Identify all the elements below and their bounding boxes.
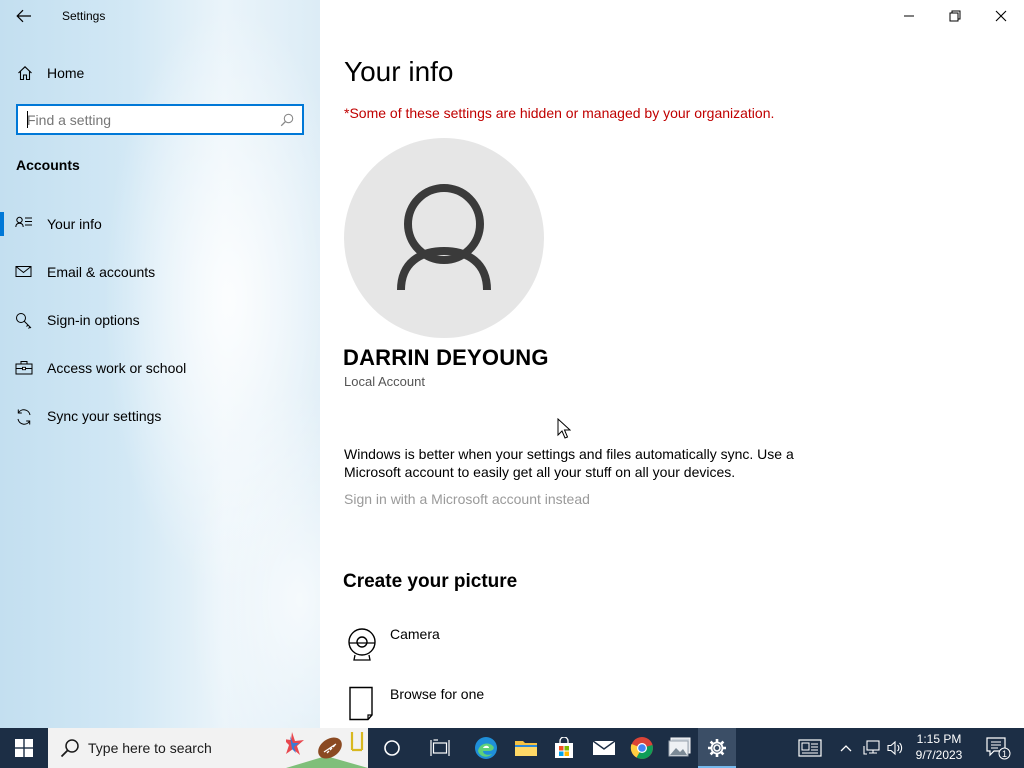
start-button[interactable] [0,728,48,768]
mail-icon [592,740,616,755]
sidebar-item-your-info[interactable]: Your info [0,204,320,244]
main-content: Your info *Some of these settings are hi… [320,0,1024,728]
restore-button[interactable] [932,0,978,32]
minimize-button[interactable] [886,0,932,32]
settings-sidebar: Home Accounts Your info Email & accounts… [0,0,320,728]
sidebar-item-sign-in-options[interactable]: Sign-in options [0,300,320,340]
back-arrow-icon [16,9,31,23]
chevron-up-icon [840,745,852,752]
browse-for-one-option[interactable]: Browse for one [344,686,644,730]
show-hidden-icons-button[interactable] [836,728,856,768]
network-wired-icon [863,740,880,755]
clock-date: 9/7/2023 [915,748,963,762]
taskbar-mail-button[interactable] [584,728,624,768]
managed-by-organization-note: *Some of these settings are hidden or ma… [344,105,775,121]
sidebar-item-label: Sync your settings [47,408,162,424]
sign-in-microsoft-account-link[interactable]: Sign in with a Microsoft account instead [344,491,590,507]
key-icon [15,312,33,329]
gear-icon [708,739,726,757]
mail-icon [15,264,33,280]
browse-label: Browse for one [390,686,485,702]
taskbar-file-explorer-button[interactable] [506,728,546,768]
sidebar-item-email-accounts[interactable]: Email & accounts [0,252,320,292]
chrome-browser-icon [630,737,653,759]
speaker-icon [887,740,903,756]
news-icon [798,739,822,757]
cortana-circle-icon [384,740,400,756]
volume-button[interactable] [884,728,906,768]
photo-viewer-icon [668,737,691,757]
briefcase-icon [15,360,33,376]
sync-icon [15,408,33,425]
restore-icon [949,10,961,22]
account-type-label: Local Account [344,374,425,389]
taskbar: Type here to search 1:15 PM 9/7/2023 1 [0,728,1024,768]
taskbar-photos-button[interactable] [660,728,700,768]
taskbar-chrome-button[interactable] [622,728,662,768]
windows-logo-icon [15,739,33,757]
sidebar-item-home[interactable]: Home [0,58,320,88]
search-icon [60,738,80,763]
search-highlight-illustration-icon [286,732,368,768]
sidebar-item-access-work-school[interactable]: Access work or school [0,348,320,388]
notification-count-badge: 1 [1002,749,1007,759]
window-title: Settings [62,9,106,23]
search-icon[interactable] [280,113,294,132]
camera-label: Camera [390,626,440,642]
camera-option[interactable]: Camera [344,626,644,670]
settings-search-box[interactable] [16,104,304,135]
sidebar-item-label: Access work or school [47,360,187,376]
clock-time: 1:15 PM [916,732,962,746]
selection-indicator [0,212,4,236]
taskbar-clock[interactable]: 1:15 PM 9/7/2023 [904,731,974,763]
edge-browser-icon [475,737,497,759]
document-icon [344,686,384,726]
minimize-icon [904,15,914,17]
back-button[interactable] [8,4,40,28]
page-title: Your info [344,56,454,87]
action-center-button[interactable]: 1 [978,728,1018,768]
user-display-name: DARRIN DEYOUNG [343,345,549,370]
news-interests-button[interactable] [792,728,828,768]
avatar [344,138,544,338]
task-view-icon [430,739,450,756]
notification-icon: 1 [986,737,1011,760]
taskbar-search-box[interactable]: Type here to search [48,728,368,768]
settings-search-input[interactable] [18,107,268,132]
home-label: Home [47,65,85,81]
camera-icon [344,626,384,666]
mouse-pointer-icon [557,417,572,445]
text-caret [27,111,28,128]
sidebar-item-sync-settings[interactable]: Sync your settings [0,396,320,436]
home-icon [17,65,33,86]
close-button[interactable] [978,0,1024,32]
sidebar-item-label: Your info [47,216,102,232]
window-titlebar: Settings [0,0,1024,32]
taskbar-edge-button[interactable] [466,728,506,768]
create-picture-heading: Create your picture [343,571,518,592]
sidebar-section-heading: Accounts [16,157,80,173]
cortana-button[interactable] [372,728,412,768]
folder-icon [515,741,537,756]
taskbar-search-placeholder: Type here to search [88,740,212,756]
taskbar-settings-button[interactable] [698,728,736,768]
sidebar-item-label: Sign-in options [47,312,140,328]
network-button[interactable] [860,728,884,768]
sidebar-item-label: Email & accounts [47,264,156,280]
person-list-icon [15,216,33,232]
taskbar-store-button[interactable] [544,728,584,768]
user-silhouette-icon [397,184,491,291]
store-bag-icon [555,737,573,758]
sync-description: Windows is better when your settings and… [344,446,794,480]
close-icon [995,10,1007,22]
task-view-button[interactable] [420,728,460,768]
